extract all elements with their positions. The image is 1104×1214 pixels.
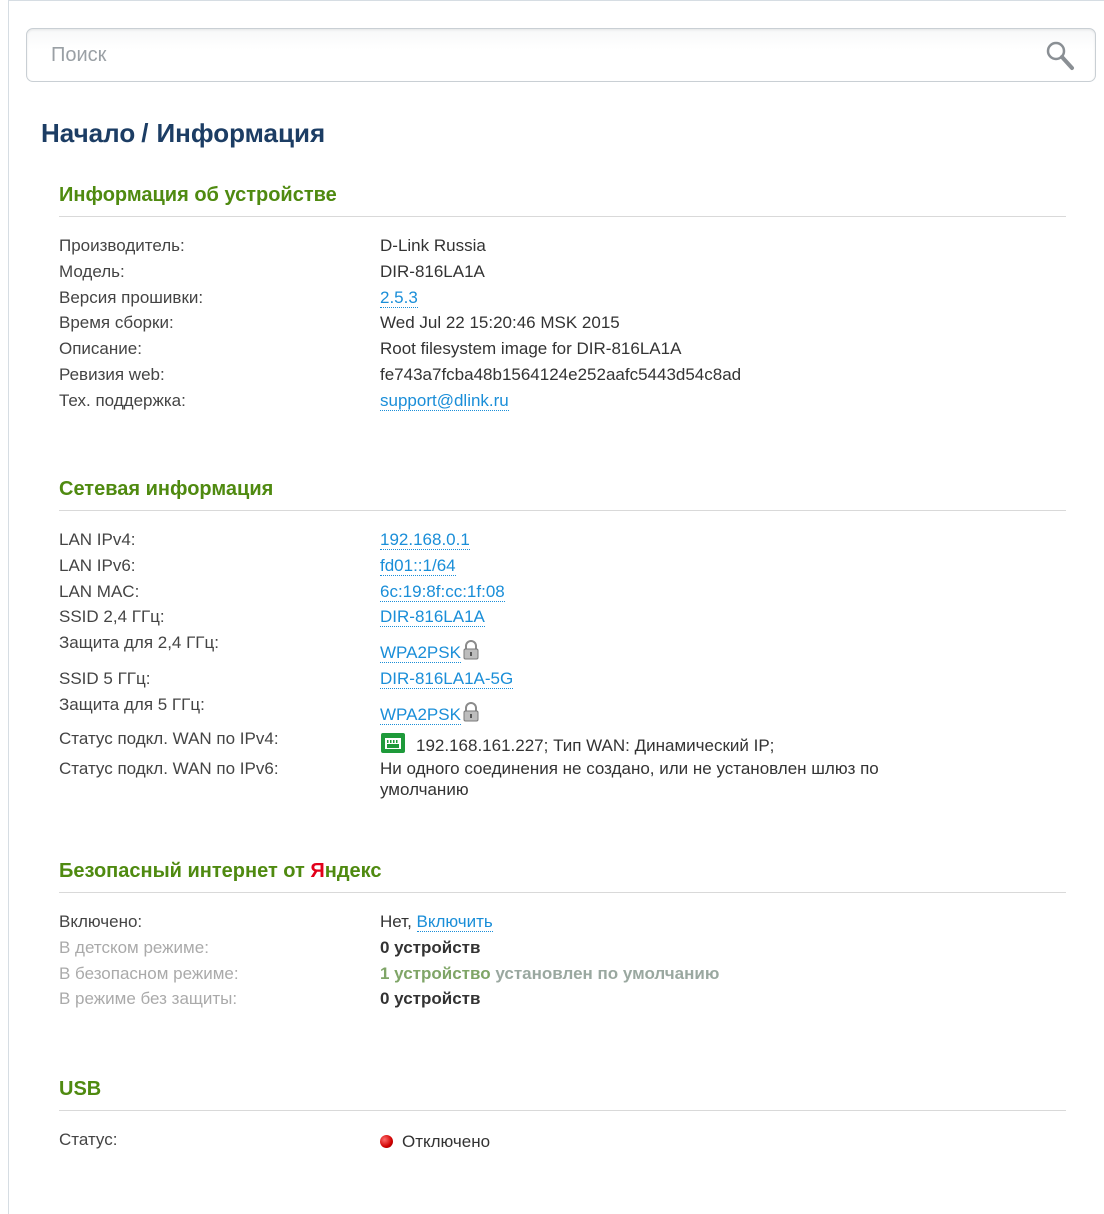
security-5-link[interactable]: WPA2PSK: [380, 704, 461, 725]
row-label: Ревизия web:: [59, 364, 165, 384]
row-label: Включено:: [59, 912, 143, 931]
row-label: Версия прошивки:: [59, 287, 204, 307]
row-label: В детском режиме:: [59, 937, 209, 957]
yandex-title-prefix: Безопасный интернет от: [59, 860, 311, 882]
search-input[interactable]: [27, 29, 1051, 81]
row-label: LAN IPv6:: [59, 555, 136, 575]
page-frame-left: [8, 0, 9, 1214]
yandex-row-child: В детском режиме: 0 устройств: [59, 935, 1066, 961]
row-label: Защита для 5 ГГц:: [59, 694, 205, 714]
safe-mode-note: установлен по умолчанию: [495, 963, 720, 983]
row-label: В безопасном режиме:: [59, 963, 239, 983]
network-info-title: Сетевая информация: [59, 478, 1066, 511]
device-row-model: Модель: DIR-816LA1A: [59, 259, 1066, 285]
row-label: Статус подкл. WAN по IPv4:: [59, 728, 279, 748]
row-label: Статус подкл. WAN по IPv6:: [59, 759, 279, 779]
device-row-support: Тех. поддержка: support@dlink.ru: [59, 388, 1066, 414]
row-label: В режиме без защиты:: [59, 989, 238, 1009]
yandex-row-safe: В безопасном режиме: 1 устройство устано…: [59, 961, 1066, 987]
yandex-logo-letter: Я: [310, 860, 325, 882]
yandex-title: Безопасный интернет от Яндекс: [59, 860, 1066, 893]
child-mode-value: 0 устройств: [380, 937, 481, 957]
breadcrumb-current: Информация: [156, 118, 326, 148]
nosec-mode-value: 0 устройств: [380, 989, 481, 1009]
row-label: Защита для 2,4 ГГц:: [59, 633, 219, 653]
network-row-wan-ipv6: Статус подкл. WAN по IPv6: Ни одного сое…: [59, 758, 1066, 800]
ssid-24-link[interactable]: DIR-816LA1A: [380, 607, 485, 628]
network-info-section: Сетевая информация LAN IPv4: 192.168.0.1…: [59, 478, 1066, 800]
ethernet-port-icon: [381, 732, 405, 753]
row-label: Тех. поддержка:: [59, 390, 186, 410]
search-box[interactable]: [26, 28, 1096, 82]
status-indicator-icon: [380, 1135, 393, 1148]
row-label: LAN MAC:: [59, 581, 140, 601]
ssid-5-link[interactable]: DIR-816LA1A-5G: [380, 668, 514, 689]
breadcrumb-home[interactable]: Начало: [41, 118, 135, 148]
lan-mac-link[interactable]: 6c:19:8f:cc:1f:08: [380, 581, 505, 602]
network-row-ssid-24: SSID 2,4 ГГц: DIR-816LA1A: [59, 604, 1066, 630]
enabled-value: Нет,: [380, 912, 412, 931]
page-frame-top: [8, 0, 1104, 1]
firmware-version-link[interactable]: 2.5.3: [380, 287, 418, 308]
row-label: SSID 5 ГГц:: [59, 668, 151, 688]
device-row-web-revision: Ревизия web: fe743a7fcba48b1564124e252aa…: [59, 362, 1066, 388]
lan-ipv6-link[interactable]: fd01::1/64: [380, 555, 456, 576]
row-label: SSID 2,4 ГГц:: [59, 607, 165, 627]
row-value: Wed Jul 22 15:20:46 MSK 2015: [380, 313, 620, 333]
network-row-ssid-5: SSID 5 ГГц: DIR-816LA1A-5G: [59, 666, 1066, 692]
breadcrumb: Начало / Информация: [41, 118, 325, 149]
yandex-row-enabled: Включено: Нет, Включить: [59, 909, 1066, 935]
network-row-wan-ipv4: Статус подкл. WAN по IPv4: 192.168.161.2…: [59, 726, 1066, 759]
network-row-security-24: Защита для 2,4 ГГц: WPA2PSK: [59, 630, 1066, 666]
network-row-lan-ipv4: LAN IPv4: 192.168.0.1: [59, 527, 1066, 553]
device-row-firmware: Версия прошивки: 2.5.3: [59, 285, 1066, 311]
row-label: Производитель:: [59, 236, 185, 255]
usb-row-status: Статус: Отключено: [59, 1127, 1066, 1155]
lock-icon: [463, 701, 479, 722]
yandex-section: Безопасный интернет от Яндекс Включено: …: [59, 860, 1066, 1012]
network-row-lan-mac: LAN MAC: 6c:19:8f:cc:1f:08: [59, 579, 1066, 605]
usb-section: USB Статус: Отключено: [59, 1078, 1066, 1155]
usb-status-value: Отключено: [402, 1132, 491, 1151]
yandex-title-brand: ндекс: [324, 860, 382, 882]
yandex-row-nosec: В режиме без защиты: 0 устройств: [59, 986, 1066, 1012]
usb-title: USB: [59, 1078, 1066, 1111]
lock-icon: [463, 640, 479, 660]
wan-ipv4-status: 192.168.161.227; Тип WAN: Динамический I…: [416, 735, 775, 755]
row-label: LAN IPv4:: [59, 530, 136, 549]
network-row-security-5: Защита для 5 ГГц: WPA2PSK: [59, 692, 1066, 728]
device-info-title: Информация об устройстве: [59, 184, 1066, 217]
device-row-description: Описание: Root filesystem image for DIR-…: [59, 336, 1066, 362]
lan-ipv4-link[interactable]: 192.168.0.1: [380, 530, 470, 550]
device-row-build-time: Время сборки: Wed Jul 22 15:20:46 MSK 20…: [59, 310, 1066, 336]
enable-link[interactable]: Включить: [416, 912, 493, 932]
search-icon[interactable]: [1043, 39, 1077, 73]
device-info-section: Информация об устройстве Производитель: …: [59, 184, 1066, 414]
row-value: Root filesystem image for DIR-816LA1A: [380, 339, 682, 359]
network-row-lan-ipv6: LAN IPv6: fd01::1/64: [59, 553, 1066, 579]
row-label: Модель:: [59, 261, 125, 281]
breadcrumb-separator: /: [141, 118, 149, 148]
row-label: Время сборки:: [59, 313, 174, 333]
support-email-link[interactable]: support@dlink.ru: [380, 390, 509, 411]
row-value: DIR-816LA1A: [380, 261, 485, 281]
row-value: D-Link Russia: [380, 236, 486, 255]
wan-ipv6-status: Ни одного соединения не создано, или не …: [380, 759, 879, 800]
security-24-link[interactable]: WPA2PSK: [380, 643, 461, 664]
row-value: fe743a7fcba48b1564124e252aafc5443d54c8ad: [380, 364, 742, 384]
safe-mode-value: 1 устройство: [380, 963, 491, 983]
device-row-vendor: Производитель: D-Link Russia: [59, 233, 1066, 259]
row-label: Описание:: [59, 339, 142, 359]
row-label: Статус:: [59, 1130, 118, 1149]
